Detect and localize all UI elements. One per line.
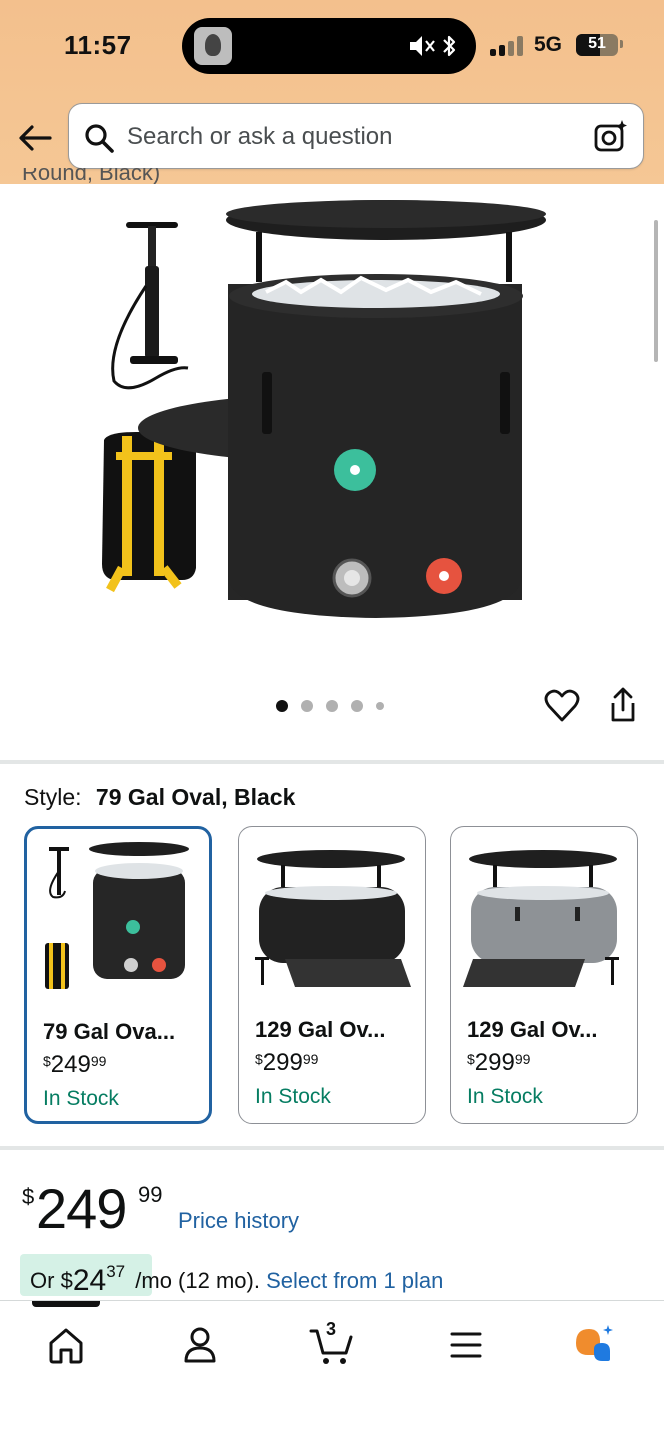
search-icon xyxy=(85,124,114,153)
monthly-cents: 37 xyxy=(106,1262,126,1281)
variant-stock-status: In Stock xyxy=(43,1087,119,1110)
home-icon[interactable] xyxy=(44,1323,88,1367)
carry-bag-illustration xyxy=(102,432,196,593)
variant-name: 129 Gal Ov... xyxy=(467,1017,598,1042)
carousel-dot[interactable] xyxy=(376,702,384,710)
ice-bath-tub-illustration xyxy=(138,200,546,618)
monthly-prefix: Or xyxy=(30,1268,55,1293)
style-option-129-gal-black[interactable]: 129 Gal Ov... $29999 In Stock xyxy=(238,826,426,1124)
nav-active-indicator xyxy=(32,1301,100,1307)
rufus-ai-icon[interactable] xyxy=(572,1323,616,1367)
app-header: 11:57 5G 51 xyxy=(0,0,664,184)
camera-search-icon[interactable] xyxy=(593,118,629,154)
price-whole: 249 xyxy=(36,1177,127,1240)
bottom-navigation: 3 xyxy=(0,1300,664,1440)
carousel-dot[interactable] xyxy=(351,700,363,712)
variant-name: 79 Gal Ova... xyxy=(43,1019,176,1044)
status-time: 11:57 xyxy=(64,30,132,60)
variant-thumbnail xyxy=(255,850,411,987)
carousel-dot-active[interactable] xyxy=(276,700,288,712)
now-playing-artwork xyxy=(194,27,232,65)
variant-price: $29999 xyxy=(255,1049,319,1076)
battery-icon: 51 xyxy=(576,34,618,56)
back-arrow-icon[interactable] xyxy=(16,120,54,156)
cart-count-badge: 3 xyxy=(326,1319,337,1339)
monthly-currency: $ xyxy=(60,1268,73,1293)
variant-stock-status: In Stock xyxy=(255,1085,331,1108)
select-plan-link[interactable]: Select from 1 plan xyxy=(266,1268,443,1293)
menu-icon[interactable] xyxy=(444,1323,488,1367)
style-selected-value: 79 Gal Oval, Black xyxy=(95,784,296,810)
pump-illustration xyxy=(111,222,189,390)
carousel-dot[interactable] xyxy=(301,700,313,712)
search-input[interactable] xyxy=(127,118,567,156)
carousel-dot[interactable] xyxy=(326,700,338,712)
price-cents: 99 xyxy=(138,1182,163,1207)
product-main-image[interactable] xyxy=(96,196,566,650)
account-icon[interactable] xyxy=(178,1323,222,1367)
monthly-term: /mo (12 mo). xyxy=(135,1268,260,1293)
search-bar[interactable] xyxy=(68,103,644,169)
mute-bluetooth-icon xyxy=(410,35,456,57)
price-currency: $ xyxy=(22,1184,35,1209)
style-option-79-gal-round[interactable]: 79 Gal Ova... $24999 In Stock xyxy=(24,826,212,1124)
status-indicators: 5G 51 xyxy=(490,32,630,60)
heart-icon[interactable] xyxy=(544,688,580,724)
variant-price: $24999 xyxy=(43,1051,107,1078)
variant-name: 129 Gal Ov... xyxy=(255,1017,386,1042)
variant-thumbnail xyxy=(463,850,619,987)
monthly-amount: 24 xyxy=(72,1264,107,1297)
variant-price: $29999 xyxy=(467,1049,531,1076)
battery-level: 51 xyxy=(588,35,606,52)
network-type: 5G xyxy=(534,33,563,56)
price-history-link[interactable]: Price history xyxy=(178,1208,299,1234)
style-label: Style: xyxy=(24,784,82,810)
share-icon[interactable] xyxy=(606,686,640,724)
page-scroll-indicator xyxy=(654,220,658,362)
variant-stock-status: In Stock xyxy=(467,1085,543,1108)
section-divider xyxy=(0,1146,664,1150)
monthly-payment-row: Or $2437 /mo (12 mo). Select from 1 plan xyxy=(20,1254,660,1297)
signal-icon xyxy=(490,36,526,56)
image-carousel-dots[interactable] xyxy=(276,700,396,714)
style-selector-label: Style: 79 Gal Oval, Black xyxy=(24,784,295,811)
dynamic-island[interactable] xyxy=(182,18,476,74)
cart-button[interactable]: 3 xyxy=(308,1319,356,1367)
product-title-partial: Round, Black) xyxy=(22,168,161,184)
variant-thumbnail xyxy=(45,842,189,989)
style-option-129-gal-grey[interactable]: 129 Gal Ov... $29999 In Stock xyxy=(450,826,638,1124)
section-divider xyxy=(0,760,664,764)
